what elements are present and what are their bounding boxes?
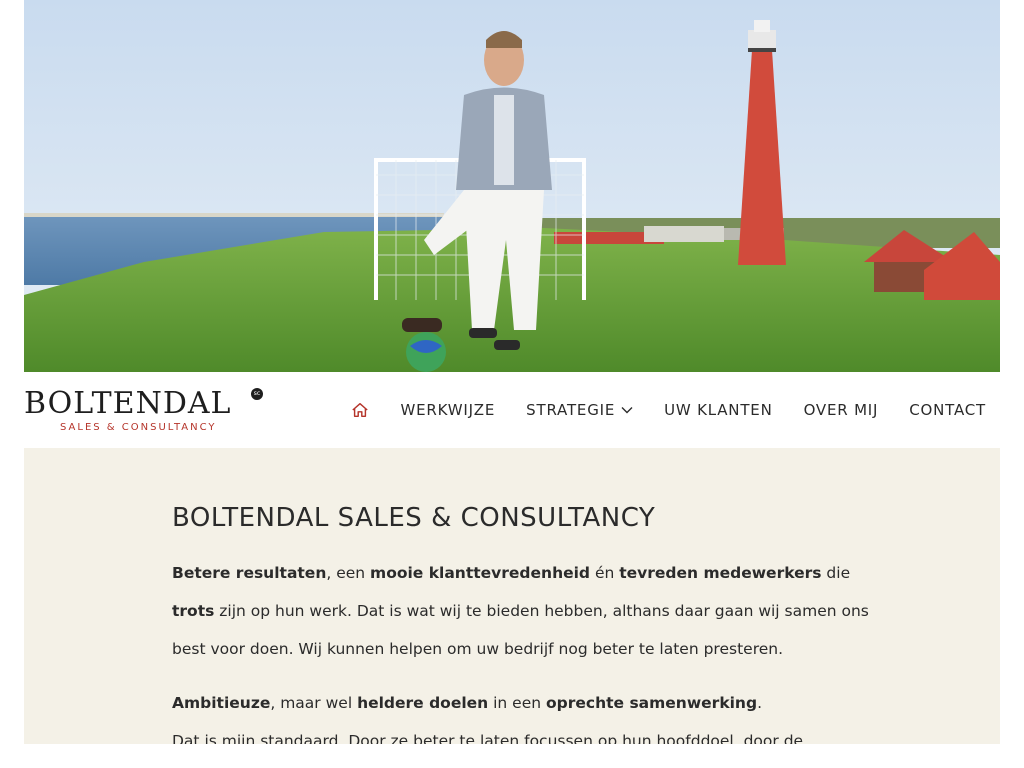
text: . (757, 694, 763, 712)
text: zijn op hun werk. Dat is wat wij te bied… (172, 602, 869, 658)
intro-paragraph-2: Ambitieuze, maar wel heldere doelen in e… (172, 684, 872, 722)
nav-item-label: WERKWIJZE (400, 401, 496, 419)
nav-item-label: STRATEGIE (526, 401, 616, 419)
main-nav: WERKWIJZE STRATEGIE UW KLANTEN OVER MIJ … (351, 372, 986, 448)
nav-item-werkwijze[interactable]: WERKWIJZE (400, 401, 495, 419)
text: in een (488, 694, 547, 712)
logo-badge: sc (251, 388, 263, 400)
bold-text: oprechte samenwerking (546, 694, 758, 712)
text: , een (326, 564, 371, 582)
bold-text: tevreden medewerkers (619, 564, 822, 582)
nav-item-strategie[interactable]: STRATEGIE (526, 401, 633, 419)
intro-section: BOLTENDAL SALES & CONSULTANCY Betere res… (24, 448, 1000, 744)
bold-text: mooie klanttevredenheid (370, 564, 591, 582)
logo-subtitle: SALES & CONSULTANCY (60, 422, 217, 433)
hero-photo (24, 0, 1000, 372)
site-header: BOLTENDAL sc SALES & CONSULTANCY WERKWIJ… (24, 372, 1000, 448)
text: die (821, 564, 851, 582)
nav-item-label: CONTACT (909, 401, 986, 419)
intro-paragraph-1: Betere resultaten, een mooie klanttevred… (172, 554, 872, 668)
nav-item-contact[interactable]: CONTACT (909, 401, 986, 419)
logo[interactable]: BOLTENDAL sc SALES & CONSULTANCY (24, 386, 274, 436)
page-title: BOLTENDAL SALES & CONSULTANCY (172, 503, 656, 533)
text: , maar wel (270, 694, 358, 712)
nav-item-uw-klanten[interactable]: UW KLANTEN (664, 401, 772, 419)
chevron-down-icon (621, 407, 633, 414)
intro-text: BOLTENDAL SALES & CONSULTANCY Betere res… (172, 502, 872, 744)
text: én (590, 564, 620, 582)
logo-wordmark: BOLTENDAL (24, 386, 232, 421)
bold-text: heldere doelen (357, 694, 489, 712)
nav-item-home[interactable] (351, 401, 369, 419)
hero-image (24, 0, 1000, 372)
bold-text: Betere resultaten (172, 564, 327, 582)
home-icon (352, 402, 369, 418)
bold-text: Ambitieuze (172, 694, 271, 712)
intro-paragraph-3: Dat is mijn standaard. Door ze beter te … (172, 732, 804, 744)
nav-item-label: UW KLANTEN (664, 401, 773, 419)
bold-text: trots (172, 602, 215, 620)
nav-item-label: OVER MIJ (803, 401, 879, 419)
nav-item-over-mij[interactable]: OVER MIJ (804, 401, 879, 419)
